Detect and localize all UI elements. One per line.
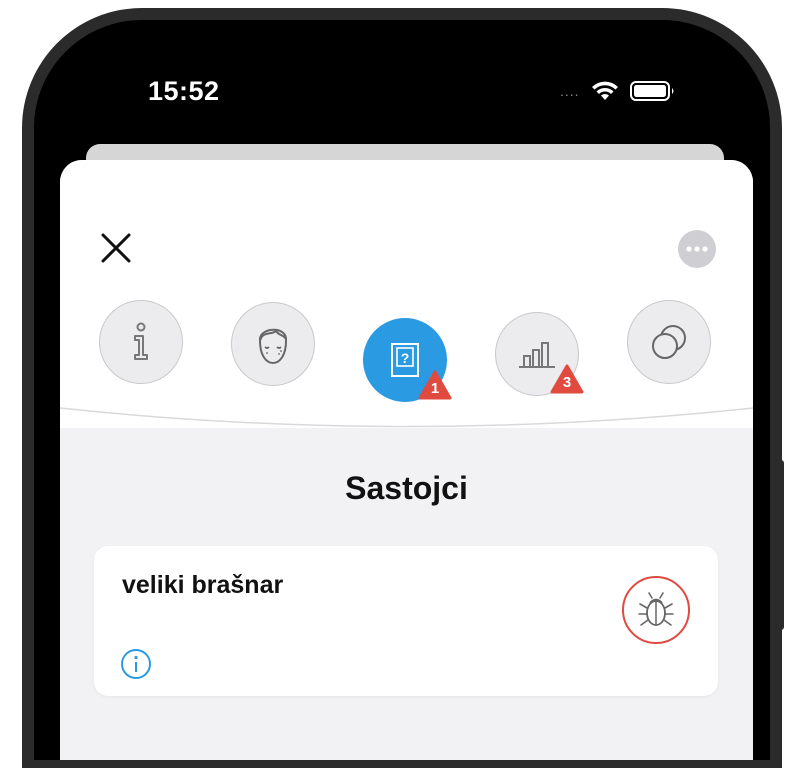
tab-skin[interactable] [231, 302, 315, 386]
badge-count: 1 [430, 380, 440, 397]
circles-icon [652, 325, 686, 359]
more-options-icon [686, 246, 708, 252]
close-button[interactable] [98, 230, 134, 266]
info-circle-icon [121, 649, 151, 679]
warning-badge-ingredients: 1 [418, 370, 452, 400]
more-options-button[interactable] [678, 230, 716, 268]
info-icon [134, 322, 148, 360]
tab-info[interactable] [99, 300, 183, 384]
ingredient-name: veliki brašnar [122, 571, 284, 599]
status-time: 15:52 [148, 76, 220, 106]
signal-indicator: .... [560, 83, 580, 99]
face-icon [259, 328, 287, 365]
modal-sheet: ? 1 3 Sastojci veliki brašnar [60, 160, 753, 760]
info-button[interactable] [120, 648, 152, 680]
tab-alternatives[interactable] [627, 300, 711, 384]
battery-icon [629, 81, 674, 101]
close-icon [101, 233, 131, 263]
section-title: Sastojci [345, 470, 468, 506]
svg-text:?: ? [401, 350, 410, 366]
warning-badge-statistics: 3 [550, 364, 584, 394]
question-card-icon: ? [391, 343, 419, 377]
badge-count: 3 [562, 374, 572, 391]
phone-frame: 15:52 .... ? 1 3 Sastojci veliki brašnar [0, 0, 804, 768]
wifi-icon [591, 81, 618, 100]
hazard-button[interactable] [622, 576, 690, 644]
header-curve [60, 400, 753, 428]
bug-icon [638, 592, 674, 626]
status-indicators: .... [560, 80, 676, 102]
ingredient-card[interactable]: veliki brašnar [94, 546, 718, 696]
